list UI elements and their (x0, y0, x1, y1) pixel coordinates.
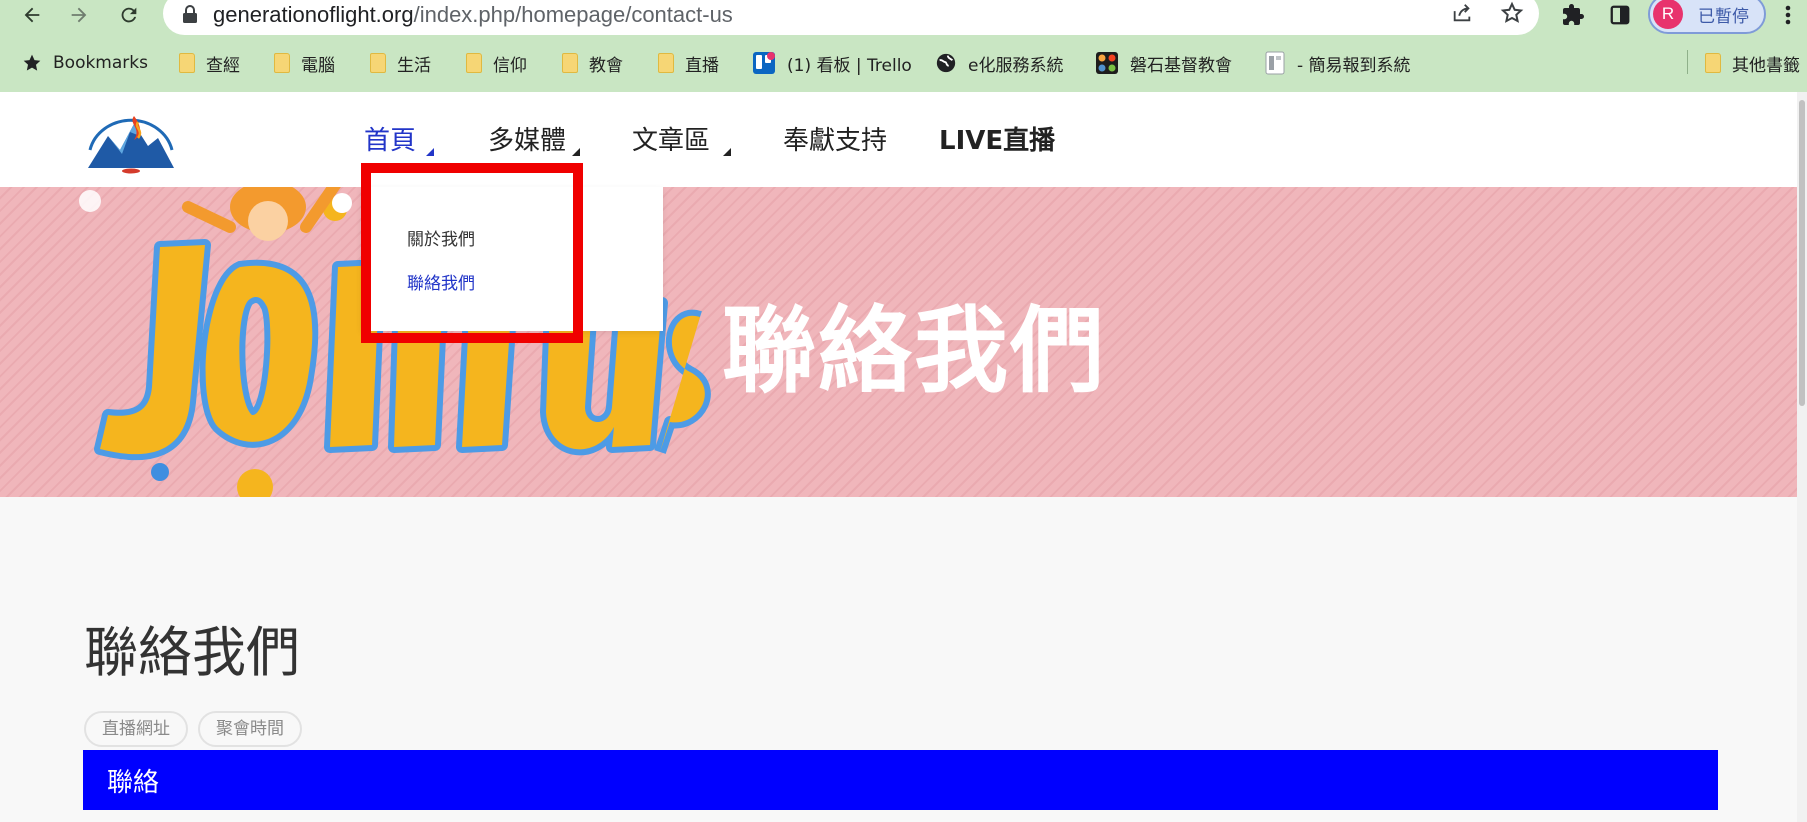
menu-articles-caret-icon (723, 148, 731, 156)
profile-button[interactable]: R 已暫停 (1648, 0, 1766, 34)
lock-icon (183, 5, 197, 23)
hero-banner: 聯絡我們 (0, 187, 1797, 497)
menu-home-caret-icon (426, 148, 434, 156)
profile-status-label: 已暫停 (1698, 7, 1749, 27)
bookmark-label: 查經 (206, 55, 240, 76)
menu-articles[interactable]: 文章區 (632, 120, 710, 157)
folder-icon (179, 53, 195, 73)
bookmark-label: (1) 看板 | Trello (787, 55, 912, 76)
bookmark-church[interactable]: 磐石基督教會 (1095, 46, 1232, 80)
reload-button[interactable] (113, 0, 145, 30)
scrollbar-thumb[interactable] (1799, 100, 1805, 406)
menu-multimedia-caret-icon (572, 148, 580, 156)
share-icon (1453, 4, 1471, 22)
bookmark-other-folder[interactable]: 其他書籤 (1705, 46, 1800, 80)
contact-section-header: 聯絡 (83, 750, 1718, 810)
hero-title: 聯絡我們 (722, 297, 1107, 406)
trello-icon (753, 52, 775, 74)
bookmark-label: 教會 (589, 55, 623, 76)
folder-icon (562, 53, 578, 73)
menu-home[interactable]: 首頁 (364, 120, 416, 157)
folder-icon (658, 53, 674, 73)
bookmark-e-service[interactable]: e化服務系統 (935, 46, 1063, 80)
bookmark-label: Bookmarks (53, 53, 148, 73)
side-panel-button[interactable] (1604, 0, 1636, 30)
page-scrollbar[interactable] (1797, 92, 1807, 822)
extensions-button[interactable] (1557, 0, 1589, 30)
menu-offering[interactable]: 奉獻支持 (783, 120, 887, 157)
browser-menu-button[interactable] (1776, 0, 1800, 30)
joomla-icon (1096, 52, 1118, 74)
reload-icon (121, 7, 137, 23)
address-bar[interactable]: generationoflight.org/index.php/homepage… (163, 0, 1539, 35)
menu-live[interactable]: LIVE直播 (939, 120, 1055, 157)
arrow-right-icon (71, 7, 87, 23)
bookmark-folder-shenghuo[interactable]: 生活 (370, 46, 431, 80)
bookmark-label: e化服務系統 (968, 55, 1064, 76)
url-path: /index.php/homepage/contact-us (413, 2, 733, 27)
bookmark-label: 直播 (685, 55, 719, 76)
menu-live-label: LIVE直播 (939, 126, 1056, 156)
bookmark-folder-chajing[interactable]: 查經 (179, 46, 240, 80)
url-host: generationoflight.org (213, 2, 414, 27)
menu-multimedia[interactable]: 多媒體 (488, 120, 566, 157)
folder-icon (370, 53, 386, 73)
page-title: 聯絡我們 (84, 621, 300, 684)
bookmark-label: - 簡易報到系統 (1297, 55, 1411, 76)
bookmark-folder-diannao[interactable]: 電腦 (274, 46, 335, 80)
bookmark-folder-zhibo[interactable]: 直播 (658, 46, 719, 80)
bookmark-label: 電腦 (301, 55, 335, 76)
tag-meeting-time[interactable]: 聚會時間 (198, 711, 302, 747)
bookmarks-bar: Bookmarks 查經 電腦 生活 信仰 教會 直播 (1) 看板 | Tre… (0, 46, 1807, 80)
globe-icon (936, 53, 956, 73)
back-button[interactable] (16, 0, 48, 30)
bookmark-label: 其他書籤 (1732, 55, 1800, 76)
menu-multimedia-label: 多媒體 (488, 126, 567, 156)
share-button[interactable] (1447, 0, 1477, 28)
folder-icon (1705, 53, 1721, 73)
avatar: R (1653, 0, 1683, 29)
bookmark-star-button[interactable] (1497, 0, 1527, 28)
menu-home-label: 首頁 (364, 126, 417, 156)
contact-section-label: 聯絡 (107, 768, 160, 798)
menu-articles-label: 文章區 (632, 126, 711, 156)
kebab-menu-icon (1785, 5, 1791, 25)
bookmark-checkin[interactable]: - 簡易報到系統 (1264, 46, 1411, 80)
menu-offering-label: 奉獻支持 (783, 126, 888, 156)
browser-toolbar: generationoflight.org/index.php/homepage… (0, 0, 1807, 35)
folder-icon (466, 53, 482, 73)
highlight-annotation-box (361, 163, 583, 343)
forward-button[interactable] (63, 0, 95, 30)
bookmark-folder-jiaohui[interactable]: 教會 (562, 46, 623, 80)
star-icon (23, 54, 41, 71)
site-logo[interactable] (84, 110, 178, 176)
url-text: generationoflight.org/index.php/homepage… (213, 2, 733, 28)
bookmark-trello[interactable]: (1) 看板 | Trello (752, 46, 912, 80)
doc-icon (1265, 51, 1285, 75)
puzzle-icon (1563, 4, 1584, 25)
bookmarks-menu[interactable]: Bookmarks (22, 46, 148, 80)
site-header: 首頁 多媒體 文章區 奉獻支持 LIVE直播 (0, 92, 1797, 187)
bookmark-label: 生活 (397, 55, 431, 76)
tag-live-url[interactable]: 直播網址 (84, 711, 188, 747)
browser-chrome: generationoflight.org/index.php/homepage… (0, 0, 1807, 92)
bookmark-label: 磐石基督教會 (1130, 55, 1232, 76)
bookmark-folder-xinyang[interactable]: 信仰 (466, 46, 527, 80)
arrow-left-icon (24, 7, 40, 23)
side-panel-icon (1610, 5, 1630, 25)
star-outline-icon (1500, 1, 1524, 23)
bookmarks-divider (1687, 50, 1688, 74)
folder-icon (274, 53, 290, 73)
bookmark-label: 信仰 (493, 55, 527, 76)
